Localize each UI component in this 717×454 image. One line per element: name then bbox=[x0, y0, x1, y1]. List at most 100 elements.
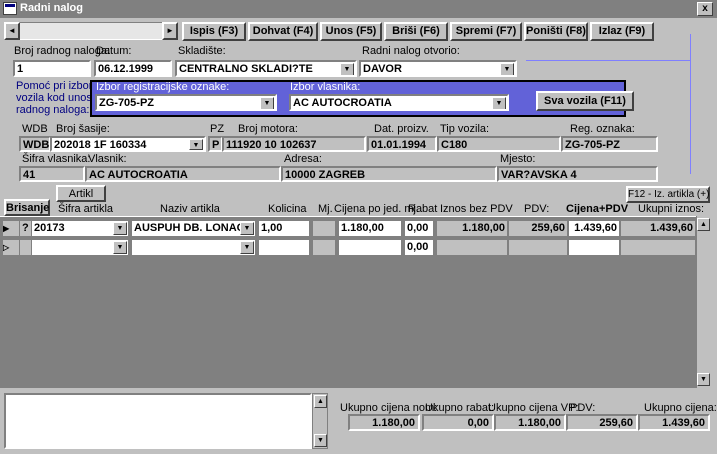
pz-label: PZ bbox=[210, 123, 225, 135]
all-vehicles-button[interactable]: Sva vozila (F11) bbox=[536, 91, 634, 111]
wdb-field: WDB bbox=[19, 136, 51, 152]
row1-discount[interactable]: 0,00 bbox=[404, 220, 434, 237]
reg-select[interactable]: ZG-705-PZ ▼ bbox=[95, 94, 277, 111]
scroll-up-button[interactable]: ▲ bbox=[697, 218, 710, 231]
row1-article-code-value: 20173 bbox=[34, 222, 65, 234]
notes-textarea[interactable] bbox=[4, 393, 312, 449]
row1-quantity[interactable]: 1,00 bbox=[258, 220, 310, 237]
scroll-down-button[interactable]: ▼ bbox=[314, 434, 327, 447]
article-lookup-button[interactable]: F12 - Iz. artikla (+) bbox=[626, 186, 710, 203]
chassis-value: 202018 1F 160334 bbox=[54, 139, 147, 151]
helper-hint-2: vozila kod unosa bbox=[16, 92, 98, 104]
total-nominal-label: Ukupno cijena nom: bbox=[340, 402, 438, 414]
reg-plate-field: ZG-705-PZ bbox=[561, 136, 658, 152]
exit-button[interactable]: Izlaz (F9) bbox=[590, 22, 654, 41]
helper-hint-1: Pomoć pri izboru bbox=[16, 80, 99, 92]
save-button[interactable]: Spremi (F7) bbox=[450, 22, 522, 41]
record-scrollbar-track[interactable] bbox=[20, 22, 162, 40]
close-button[interactable]: x bbox=[697, 2, 713, 16]
production-date-label: Dat. proizv. bbox=[374, 123, 429, 135]
vehicle-type-field: C180 bbox=[437, 136, 561, 152]
date-field[interactable]: 06.12.1999 bbox=[94, 60, 172, 77]
row2-article-name[interactable]: ▼ bbox=[131, 239, 256, 256]
chevron-down-icon[interactable]: ▼ bbox=[340, 63, 354, 75]
owner-select-label: Izbor vlasnika: bbox=[290, 81, 361, 93]
row2-price-with-vat[interactable] bbox=[568, 239, 620, 256]
delete-button[interactable]: Briši (F6) bbox=[384, 22, 448, 41]
row1-vat: 259,60 bbox=[508, 220, 568, 237]
warehouse-select[interactable]: CENTRALNO SKLADI?TE ▼ bbox=[175, 60, 357, 77]
cancel-button[interactable]: Poništi (F8) bbox=[524, 22, 588, 41]
new-row-indicator-icon: ▷ bbox=[2, 239, 20, 256]
print-button[interactable]: Ispis (F3) bbox=[182, 22, 246, 41]
address-field: 10000 ZAGREB bbox=[281, 166, 497, 182]
order-number-field[interactable]: 1 bbox=[13, 60, 91, 77]
chevron-down-icon[interactable]: ▼ bbox=[492, 97, 506, 109]
date-label: Datum: bbox=[96, 45, 132, 57]
row1-article-name[interactable]: AUSPUH DB. LONAC ▼ bbox=[131, 220, 256, 237]
opened-by-select[interactable]: DAVOR ▼ bbox=[359, 60, 517, 77]
owner-select[interactable]: AC AUTOCROATIA ▼ bbox=[289, 94, 509, 111]
owner-select-value: AC AUTOCROATIA bbox=[293, 97, 392, 109]
chevron-down-icon[interactable]: ▼ bbox=[500, 63, 514, 75]
title-bar: Radni nalog x bbox=[0, 0, 717, 18]
scroll-up-button[interactable]: ▲ bbox=[314, 395, 327, 408]
total-wholesale-label: Ukupno cijena VP: bbox=[488, 402, 579, 414]
scroll-down-button[interactable]: ▼ bbox=[697, 373, 710, 386]
production-date-field: 01.01.1994 bbox=[367, 136, 437, 152]
opened-by-value: DAVOR bbox=[363, 63, 402, 75]
col-article-name: Naziv artikla bbox=[160, 203, 220, 215]
reg-select-value: ZG-705-PZ bbox=[99, 97, 155, 109]
row1-article-name-value: AUSPUH DB. LONAC bbox=[134, 222, 245, 234]
col-total: Ukupni iznos: bbox=[638, 203, 705, 215]
chevron-down-icon[interactable]: ▼ bbox=[113, 241, 127, 254]
col-price-with-vat: Cijena+PDV bbox=[566, 203, 629, 215]
total-price-field: 1.439,60 bbox=[638, 414, 710, 431]
row2-unit bbox=[312, 239, 336, 256]
delete-row-button[interactable]: Brisanje bbox=[4, 199, 50, 216]
total-vat-label: PDV: bbox=[570, 402, 596, 414]
address-label: Adresa: bbox=[284, 153, 322, 165]
chevron-down-icon[interactable]: ▼ bbox=[240, 241, 254, 254]
grid-scrollbar[interactable]: ▲ ▼ bbox=[696, 216, 710, 388]
scroll-left-button[interactable]: ◄ bbox=[4, 22, 20, 40]
col-vat: PDV: bbox=[524, 203, 550, 215]
row1-article-code[interactable]: 20173 ▼ bbox=[31, 220, 129, 237]
row2-total bbox=[620, 239, 696, 256]
notes-scrollbar[interactable]: ▲ ▼ bbox=[312, 393, 328, 449]
row2-unit-price[interactable] bbox=[338, 239, 402, 256]
engine-label: Broj motora: bbox=[238, 123, 298, 135]
fetch-button[interactable]: Dohvat (F4) bbox=[248, 22, 318, 41]
opened-by-label: Radni nalog otvorio: bbox=[362, 45, 460, 57]
scroll-right-button[interactable]: ► bbox=[162, 22, 178, 40]
insert-button[interactable]: Unos (F5) bbox=[320, 22, 382, 41]
reg-select-label: Izbor registracijske oznake: bbox=[96, 81, 230, 93]
total-discount-label: Ukupno rabat: bbox=[425, 402, 495, 414]
chevron-down-icon[interactable]: ▼ bbox=[260, 97, 274, 109]
chevron-down-icon[interactable]: ▼ bbox=[113, 222, 127, 235]
row1-net-amount: 1.180,00 bbox=[436, 220, 508, 237]
row1-price-with-vat[interactable]: 1.439,60 bbox=[568, 220, 620, 237]
chevron-down-icon[interactable]: ▼ bbox=[189, 139, 203, 150]
total-vat-field: 259,60 bbox=[566, 414, 638, 431]
col-quantity: Kolicina bbox=[268, 203, 307, 215]
helper-hint-3: radnog naloga: bbox=[16, 104, 90, 116]
window-title: Radni nalog bbox=[20, 2, 83, 14]
chassis-label: Broj šasije: bbox=[56, 123, 110, 135]
row2-article-code[interactable]: ▼ bbox=[31, 239, 129, 256]
total-price-label: Ukupno cijena: bbox=[644, 402, 717, 414]
chassis-select[interactable]: 202018 1F 160334 ▼ bbox=[50, 136, 206, 152]
vehicle-type-label: Tip vozila: bbox=[440, 123, 490, 135]
chevron-down-icon[interactable]: ▼ bbox=[240, 222, 254, 235]
row1-unit-price[interactable]: 1.180,00 bbox=[338, 220, 402, 237]
total-discount-field: 0,00 bbox=[422, 414, 494, 431]
row2-discount[interactable]: 0,00 bbox=[404, 239, 434, 256]
article-button[interactable]: Artikl bbox=[56, 185, 106, 202]
row-indicator-icon: ▶ bbox=[2, 220, 20, 237]
row2-quantity[interactable] bbox=[258, 239, 310, 256]
app-icon bbox=[3, 2, 17, 15]
col-article-code: Šifra artikla bbox=[58, 203, 114, 215]
row2-net-amount bbox=[436, 239, 508, 256]
owner-name-field: AC AUTOCROATIA bbox=[85, 166, 281, 182]
col-unit-price: Cijena po jed. mj. bbox=[334, 203, 419, 215]
